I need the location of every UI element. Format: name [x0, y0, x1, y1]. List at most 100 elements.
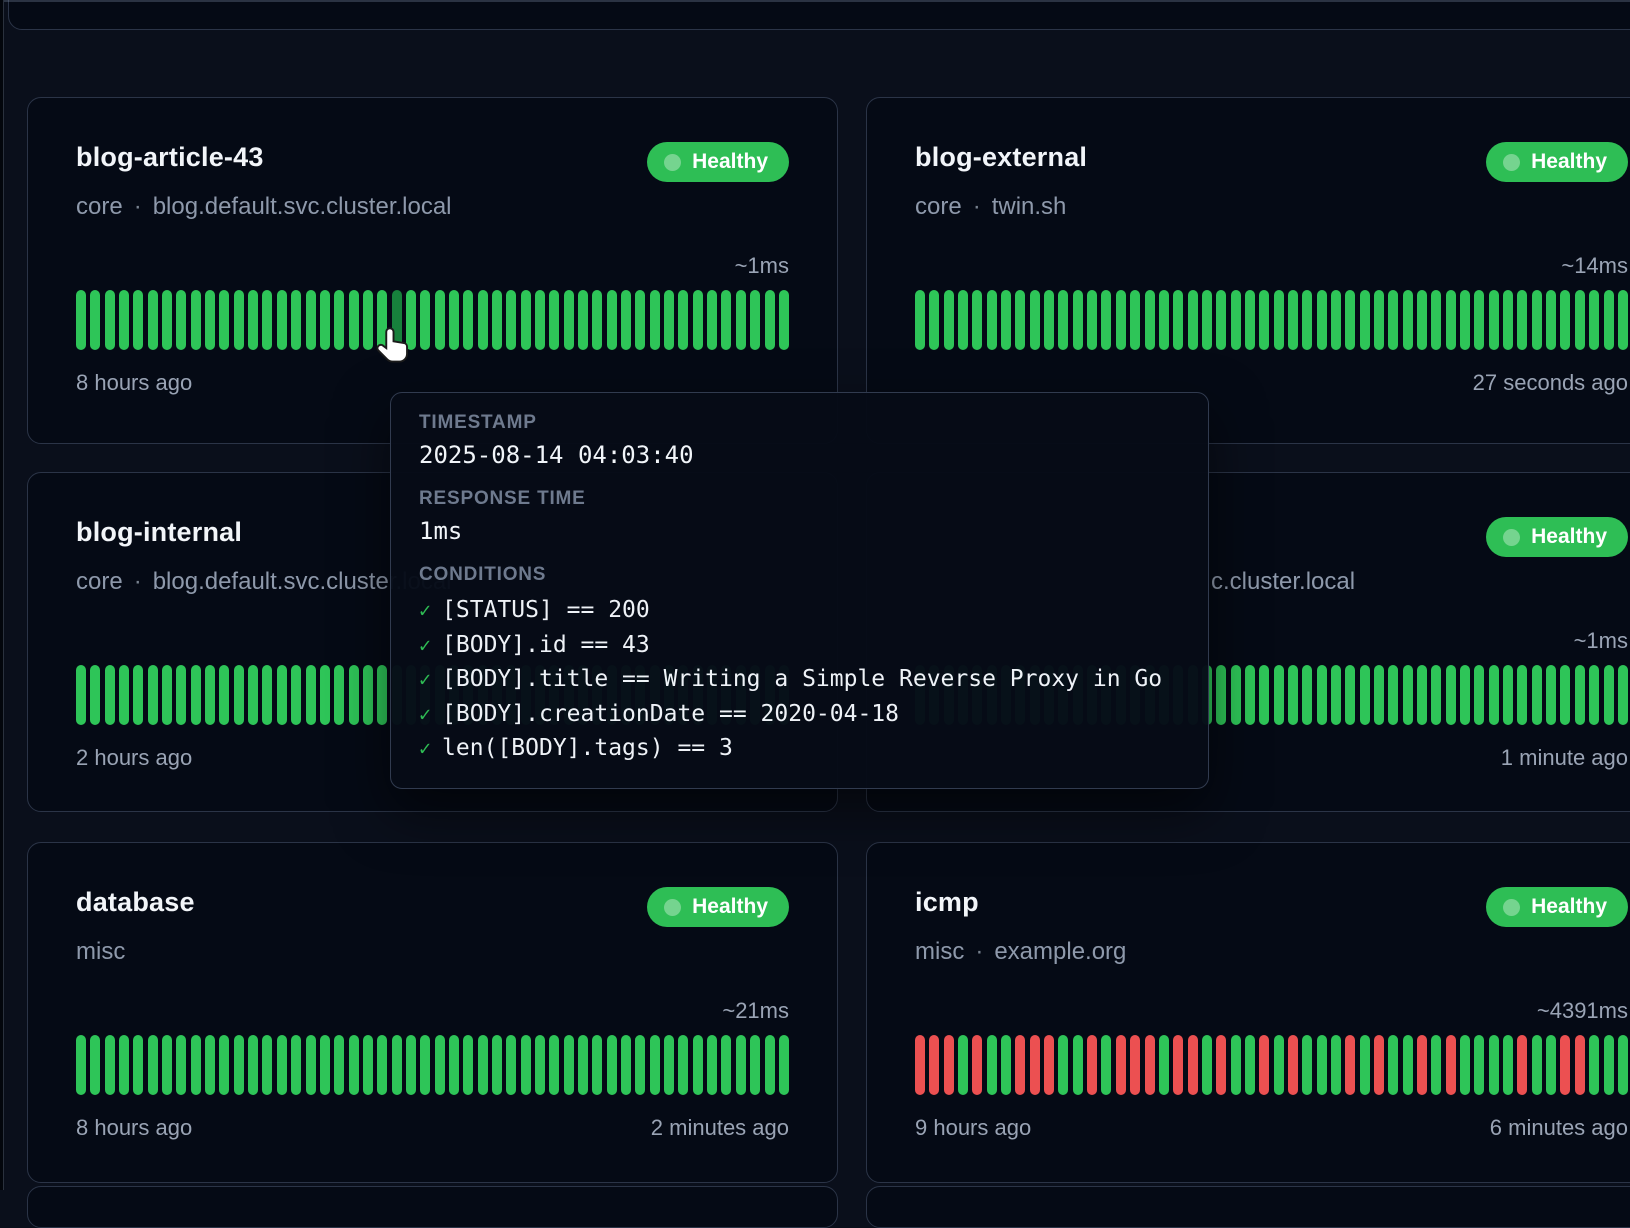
uptime-bar-up[interactable]: [105, 290, 115, 350]
uptime-bar-up[interactable]: [987, 1035, 997, 1095]
uptime-bar-up[interactable]: [521, 290, 531, 350]
uptime-bar-up[interactable]: [1331, 1035, 1341, 1095]
uptime-bar-up[interactable]: [765, 1035, 775, 1095]
uptime-bar-up[interactable]: [707, 290, 717, 350]
uptime-bar-up[interactable]: [987, 290, 997, 350]
uptime-bar-up[interactable]: [1532, 665, 1542, 725]
uptime-bar-up[interactable]: [449, 290, 459, 350]
uptime-bar-up[interactable]: [915, 290, 925, 350]
uptime-bar-up[interactable]: [392, 1035, 402, 1095]
uptime-bar-down[interactable]: [1087, 1035, 1097, 1095]
uptime-bar-up[interactable]: [1231, 665, 1241, 725]
uptime-bar-up[interactable]: [958, 1035, 968, 1095]
uptime-bar-up[interactable]: [1087, 290, 1097, 350]
uptime-bar-down[interactable]: [1345, 1035, 1355, 1095]
uptime-bar-up[interactable]: [1417, 290, 1427, 350]
uptime-bar-up[interactable]: [1474, 665, 1484, 725]
uptime-bars[interactable]: [915, 290, 1628, 350]
uptime-bar-up[interactable]: [1216, 665, 1226, 725]
uptime-bar-up[interactable]: [119, 665, 129, 725]
uptime-bar-up[interactable]: [162, 1035, 172, 1095]
uptime-bar-up[interactable]: [1604, 1035, 1614, 1095]
uptime-bar-up[interactable]: [1503, 290, 1513, 350]
uptime-bar-up[interactable]: [162, 290, 172, 350]
uptime-bar-up[interactable]: [578, 290, 588, 350]
uptime-bar-up[interactable]: [607, 1035, 617, 1095]
uptime-bar-up[interactable]: [90, 290, 100, 350]
uptime-bar-up[interactable]: [1503, 665, 1513, 725]
uptime-bar-up[interactable]: [1345, 665, 1355, 725]
uptime-bar-up[interactable]: [1604, 290, 1614, 350]
uptime-bar-up[interactable]: [219, 1035, 229, 1095]
uptime-bar-up[interactable]: [1360, 1035, 1370, 1095]
uptime-bar-up[interactable]: [779, 290, 789, 350]
uptime-bar-up[interactable]: [1101, 290, 1111, 350]
uptime-bar-up[interactable]: [1503, 1035, 1513, 1095]
uptime-bar-up[interactable]: [1532, 290, 1542, 350]
uptime-bar-up[interactable]: [1259, 665, 1269, 725]
uptime-bar-up[interactable]: [1575, 290, 1585, 350]
uptime-bar-up[interactable]: [90, 665, 100, 725]
uptime-bar-down[interactable]: [1044, 1035, 1054, 1095]
uptime-bar-down[interactable]: [1188, 1035, 1198, 1095]
uptime-bar-up[interactable]: [1058, 1035, 1068, 1095]
uptime-bar-up[interactable]: [248, 290, 258, 350]
uptime-bar-up[interactable]: [205, 1035, 215, 1095]
uptime-bar-up[interactable]: [693, 290, 703, 350]
uptime-bar-up[interactable]: [1331, 290, 1341, 350]
uptime-bar-up[interactable]: [119, 1035, 129, 1095]
uptime-bar-up[interactable]: [1345, 290, 1355, 350]
uptime-bar-up[interactable]: [219, 665, 229, 725]
uptime-bar-up[interactable]: [1546, 290, 1556, 350]
uptime-bar-up[interactable]: [449, 1035, 459, 1095]
uptime-bar-up[interactable]: [1388, 1035, 1398, 1095]
uptime-bar-up[interactable]: [736, 290, 746, 350]
uptime-bar-up[interactable]: [1302, 290, 1312, 350]
uptime-bar-up[interactable]: [1604, 665, 1614, 725]
uptime-bar-up[interactable]: [1560, 665, 1570, 725]
uptime-bar-up[interactable]: [1618, 1035, 1628, 1095]
uptime-bar-up[interactable]: [262, 290, 272, 350]
uptime-bar-up[interactable]: [334, 1035, 344, 1095]
uptime-bar-up[interactable]: [1188, 290, 1198, 350]
uptime-bar-up[interactable]: [564, 1035, 574, 1095]
uptime-bar-up[interactable]: [1417, 665, 1427, 725]
service-card-icmp[interactable]: icmp misc·example.org Healthy ~4391ms 9 …: [866, 842, 1630, 1183]
uptime-bar-up[interactable]: [1288, 290, 1298, 350]
uptime-bar-up[interactable]: [349, 1035, 359, 1095]
uptime-bar-up[interactable]: [506, 290, 516, 350]
uptime-bar-up[interactable]: [492, 1035, 502, 1095]
uptime-bar-up[interactable]: [1173, 290, 1183, 350]
service-card-partial-top[interactable]: [8, 0, 1630, 30]
uptime-bar-up[interactable]: [1403, 1035, 1413, 1095]
uptime-bar-up[interactable]: [592, 1035, 602, 1095]
uptime-bar-up[interactable]: [162, 665, 172, 725]
uptime-bar-up[interactable]: [693, 1035, 703, 1095]
uptime-bar-up[interactable]: [1546, 1035, 1556, 1095]
uptime-bar-up[interactable]: [1403, 290, 1413, 350]
uptime-bar-up[interactable]: [1044, 290, 1054, 350]
uptime-bar-up[interactable]: [363, 1035, 373, 1095]
uptime-bar-up[interactable]: [1317, 665, 1327, 725]
uptime-bar-down[interactable]: [1116, 1035, 1126, 1095]
uptime-bar-up[interactable]: [234, 290, 244, 350]
uptime-bar-up[interactable]: [219, 290, 229, 350]
service-card-database[interactable]: database misc Healthy ~21ms 8 hours ago …: [27, 842, 838, 1183]
uptime-bar-up[interactable]: [664, 1035, 674, 1095]
uptime-bar-up[interactable]: [406, 1035, 416, 1095]
uptime-bar-up[interactable]: [363, 665, 373, 725]
uptime-bar-up[interactable]: [1216, 290, 1226, 350]
uptime-bar-up[interactable]: [377, 1035, 387, 1095]
uptime-bar-up[interactable]: [133, 665, 143, 725]
uptime-bar-up[interactable]: [1403, 665, 1413, 725]
uptime-bar-up[interactable]: [205, 665, 215, 725]
uptime-bar-down[interactable]: [1446, 1035, 1456, 1095]
uptime-bar-up[interactable]: [592, 290, 602, 350]
uptime-bar-up[interactable]: [521, 1035, 531, 1095]
uptime-bar-up[interactable]: [90, 1035, 100, 1095]
uptime-bar-up[interactable]: [420, 1035, 430, 1095]
uptime-bar-up[interactable]: [678, 290, 688, 350]
uptime-bar-up[interactable]: [334, 665, 344, 725]
uptime-bar-up[interactable]: [1159, 290, 1169, 350]
uptime-bar-up[interactable]: [76, 665, 86, 725]
